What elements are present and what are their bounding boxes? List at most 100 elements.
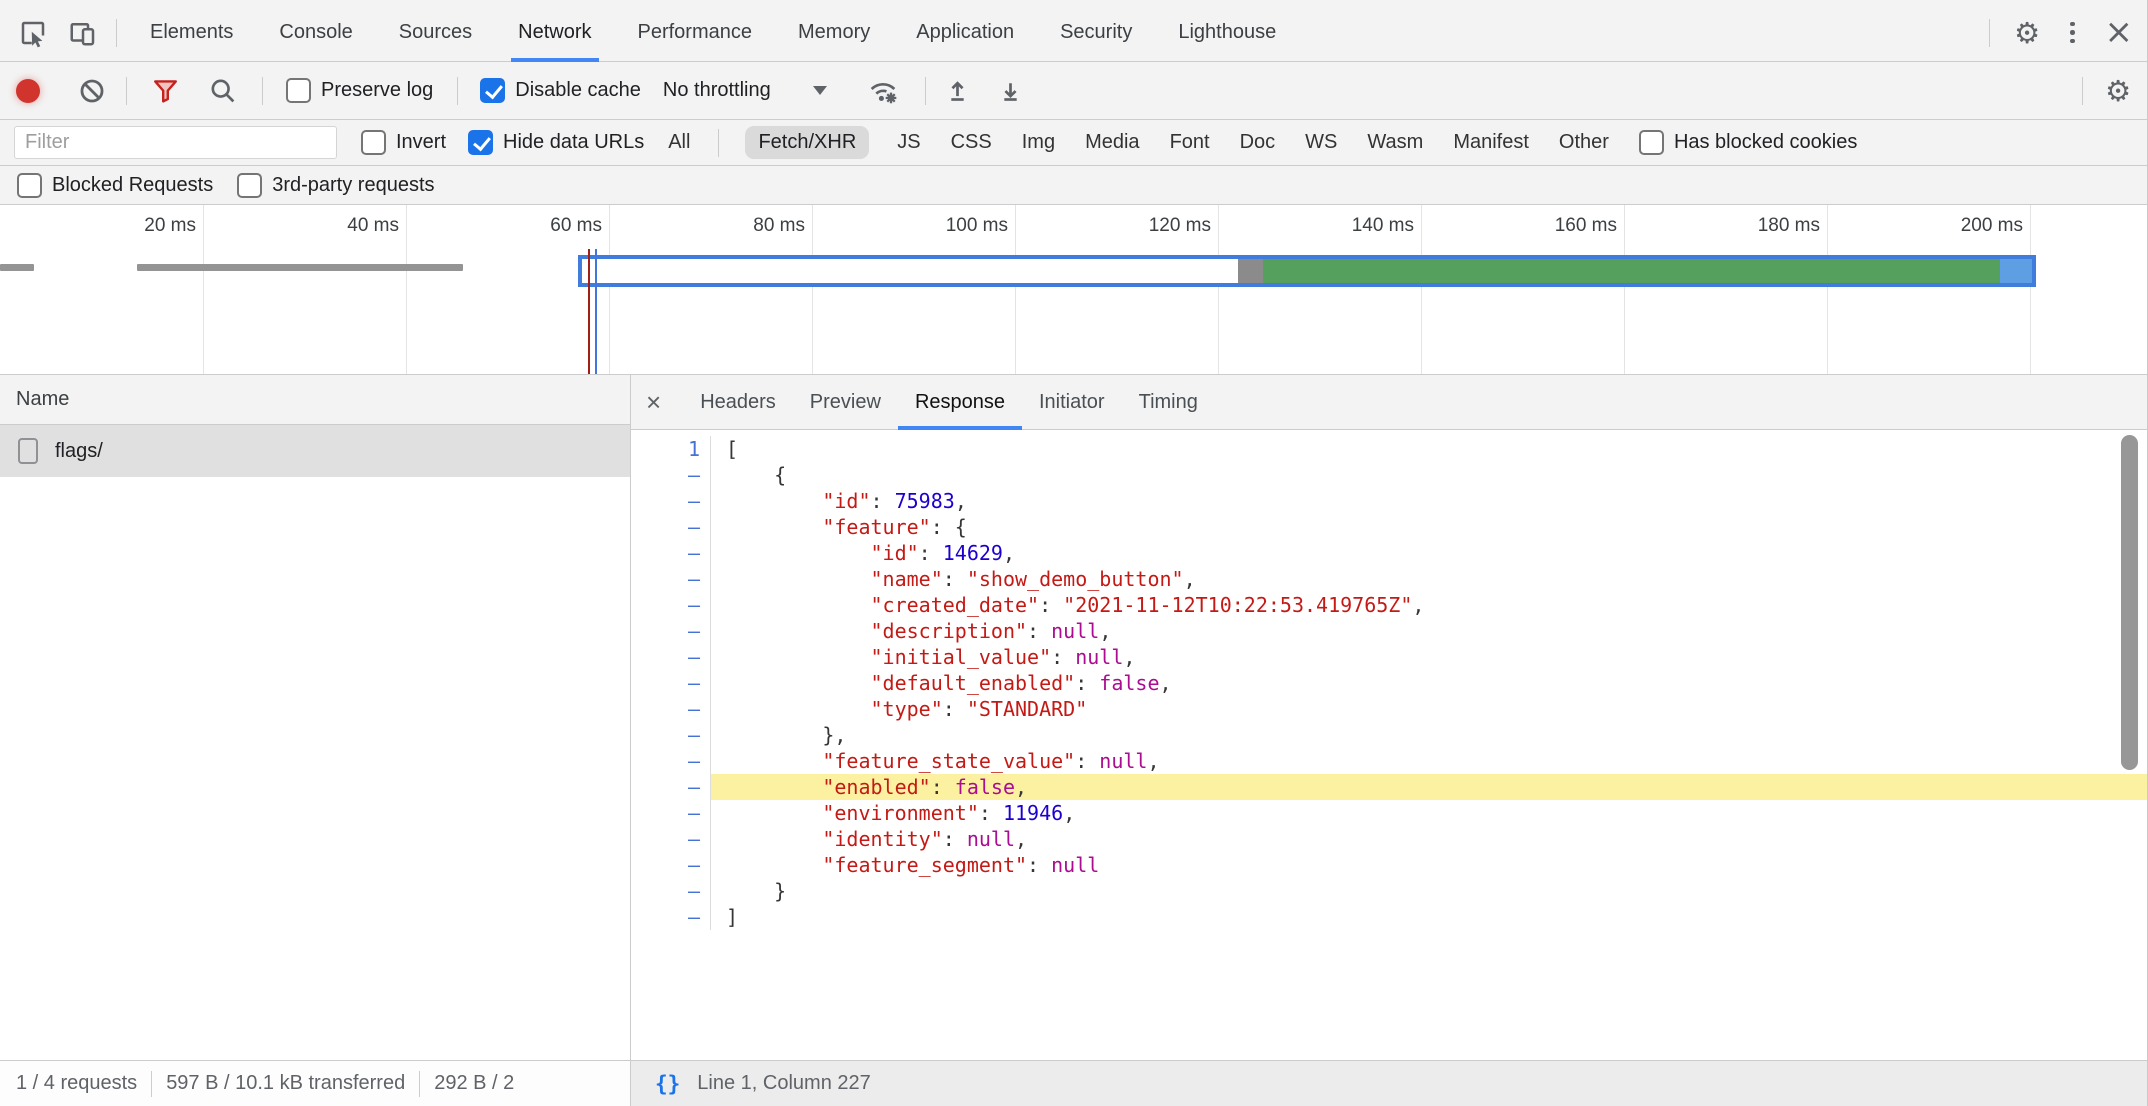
tab-lighthouse[interactable]: Lighthouse — [1155, 4, 1299, 62]
type-filter-all[interactable]: All — [666, 126, 692, 159]
tick-label: 200 ms — [1913, 215, 2023, 237]
blocked-requests-checkbox[interactable]: Blocked Requests — [17, 173, 213, 198]
request-row-flags[interactable]: flags/ — [0, 425, 630, 477]
request-detail-pane: × HeadersPreviewResponseInitiatorTiming … — [631, 375, 2147, 1060]
third-party-requests-checkbox[interactable]: 3rd-party requests — [237, 173, 434, 198]
code-line: – "type": "STANDARD" — [631, 696, 2147, 722]
checkbox-unchecked[interactable] — [361, 130, 386, 155]
overview-request-bar — [0, 264, 34, 271]
main-tab-bar: ElementsConsoleSourcesNetworkPerformance… — [0, 0, 2147, 62]
checkbox-unchecked[interactable] — [286, 78, 311, 103]
preserve-log-label: Preserve log — [321, 79, 433, 102]
tab-performance[interactable]: Performance — [615, 4, 776, 62]
disable-cache-checkbox[interactable]: Disable cache — [480, 78, 641, 103]
checkbox-unchecked[interactable] — [1639, 130, 1664, 155]
response-code: 1[– {– "id": 75983,– "feature": {– "id":… — [631, 430, 2147, 1060]
code-line: – { — [631, 462, 2147, 488]
pretty-print-icon[interactable]: {} — [655, 1072, 680, 1096]
network-conditions-icon[interactable] — [865, 75, 901, 107]
tab-sources[interactable]: Sources — [376, 4, 495, 62]
code-line: – "created_date": "2021-11-12T10:22:53.4… — [631, 592, 2147, 618]
code-line: – "feature": { — [631, 514, 2147, 540]
close-devtools-icon[interactable]: × — [2105, 19, 2134, 46]
preserve-log-checkbox[interactable]: Preserve log — [286, 78, 433, 103]
line-number: – — [631, 826, 711, 852]
tick-label: 20 ms — [86, 215, 196, 237]
resource-type-list: All Fetch/XHR JS CSS Img Media Font Doc WS Wasm Ma… — [666, 126, 1611, 159]
tab-network[interactable]: Network — [495, 4, 614, 62]
tick-label: 80 ms — [695, 215, 805, 237]
dcl-event-marker — [595, 249, 597, 374]
divider — [262, 77, 263, 105]
throttling-select[interactable]: No throttling — [663, 79, 827, 102]
tab-elements[interactable]: Elements — [127, 4, 256, 62]
type-filter-ws[interactable]: WS — [1303, 126, 1339, 159]
checkbox-unchecked[interactable] — [237, 173, 262, 198]
hide-data-urls-checkbox[interactable]: Hide data URLs — [468, 130, 644, 155]
code-line-highlighted: – "enabled": false, — [631, 774, 2147, 800]
more-options-icon[interactable] — [2064, 16, 2081, 50]
detail-tab-timing[interactable]: Timing — [1122, 375, 1215, 430]
close-detail-icon[interactable]: × — [646, 389, 661, 415]
line-number: – — [631, 852, 711, 878]
tab-application[interactable]: Application — [893, 4, 1037, 62]
selected-request-waterfall-bar — [578, 255, 2036, 287]
divider — [718, 129, 719, 157]
gridline — [1624, 205, 1625, 374]
type-filter-manifest[interactable]: Manifest — [1451, 126, 1531, 159]
code-line: – "id": 75983, — [631, 488, 2147, 514]
vertical-scrollbar[interactable] — [2121, 435, 2138, 770]
filter-input[interactable] — [14, 126, 337, 159]
name-column-header[interactable]: Name — [0, 375, 630, 425]
overview-timeline[interactable]: 20 ms40 ms60 ms80 ms100 ms120 ms140 ms16… — [0, 205, 2147, 375]
checkbox-checked[interactable] — [468, 130, 493, 155]
request-name: flags/ — [55, 440, 103, 463]
detail-tab-response[interactable]: Response — [898, 375, 1022, 430]
detail-tab-preview[interactable]: Preview — [793, 375, 898, 430]
code-line: –] — [631, 904, 2147, 930]
line-number: – — [631, 514, 711, 540]
search-icon[interactable] — [208, 76, 237, 105]
code-line: – "feature_state_value": null, — [631, 748, 2147, 774]
divider — [2082, 77, 2083, 105]
settings-gear-icon[interactable]: ⚙ — [2014, 16, 2040, 50]
type-filter-css[interactable]: CSS — [949, 126, 994, 159]
checkbox-unchecked[interactable] — [17, 173, 42, 198]
tab-security[interactable]: Security — [1037, 4, 1155, 62]
import-har-icon[interactable] — [944, 77, 971, 104]
inspect-element-icon[interactable] — [16, 16, 50, 50]
type-filter-fetch-xhr[interactable]: Fetch/XHR — [745, 126, 869, 159]
filter-bar: Invert Hide data URLs All Fetch/XHR JS CSS I… — [0, 120, 2147, 166]
detail-tab-initiator[interactable]: Initiator — [1022, 375, 1122, 430]
checkbox-checked[interactable] — [480, 78, 505, 103]
export-har-icon[interactable] — [997, 77, 1024, 104]
code-line: – "identity": null, — [631, 826, 2147, 852]
gridline — [812, 205, 813, 374]
filter-funnel-icon[interactable] — [151, 76, 180, 105]
code-line: 1[ — [631, 436, 2147, 462]
code-line: – "description": null, — [631, 618, 2147, 644]
summary-segment: 597 B / 10.1 kB transferred — [166, 1072, 405, 1095]
detail-tab-headers[interactable]: Headers — [683, 375, 793, 430]
type-filter-media[interactable]: Media — [1083, 126, 1141, 159]
type-filter-wasm[interactable]: Wasm — [1365, 126, 1425, 159]
line-number: – — [631, 774, 711, 800]
type-filter-js[interactable]: JS — [895, 126, 922, 159]
record-network-log-icon[interactable] — [16, 79, 40, 103]
clear-network-log-icon[interactable] — [78, 77, 106, 105]
type-filter-other[interactable]: Other — [1557, 126, 1611, 159]
tab-memory[interactable]: Memory — [775, 4, 893, 62]
file-icon — [18, 438, 38, 464]
tab-console[interactable]: Console — [256, 4, 375, 62]
network-settings-gear-icon[interactable]: ⚙ — [2105, 74, 2131, 108]
line-number: – — [631, 618, 711, 644]
device-toolbar-icon[interactable] — [66, 16, 100, 50]
type-filter-doc[interactable]: Doc — [1238, 126, 1278, 159]
line-number: – — [631, 462, 711, 488]
overview-request-bar — [137, 264, 463, 271]
invert-checkbox[interactable]: Invert — [361, 130, 446, 155]
type-filter-img[interactable]: Img — [1020, 126, 1057, 159]
type-filter-font[interactable]: Font — [1168, 126, 1212, 159]
tick-label: 40 ms — [289, 215, 399, 237]
has-blocked-cookies-checkbox[interactable]: Has blocked cookies — [1639, 130, 1857, 155]
